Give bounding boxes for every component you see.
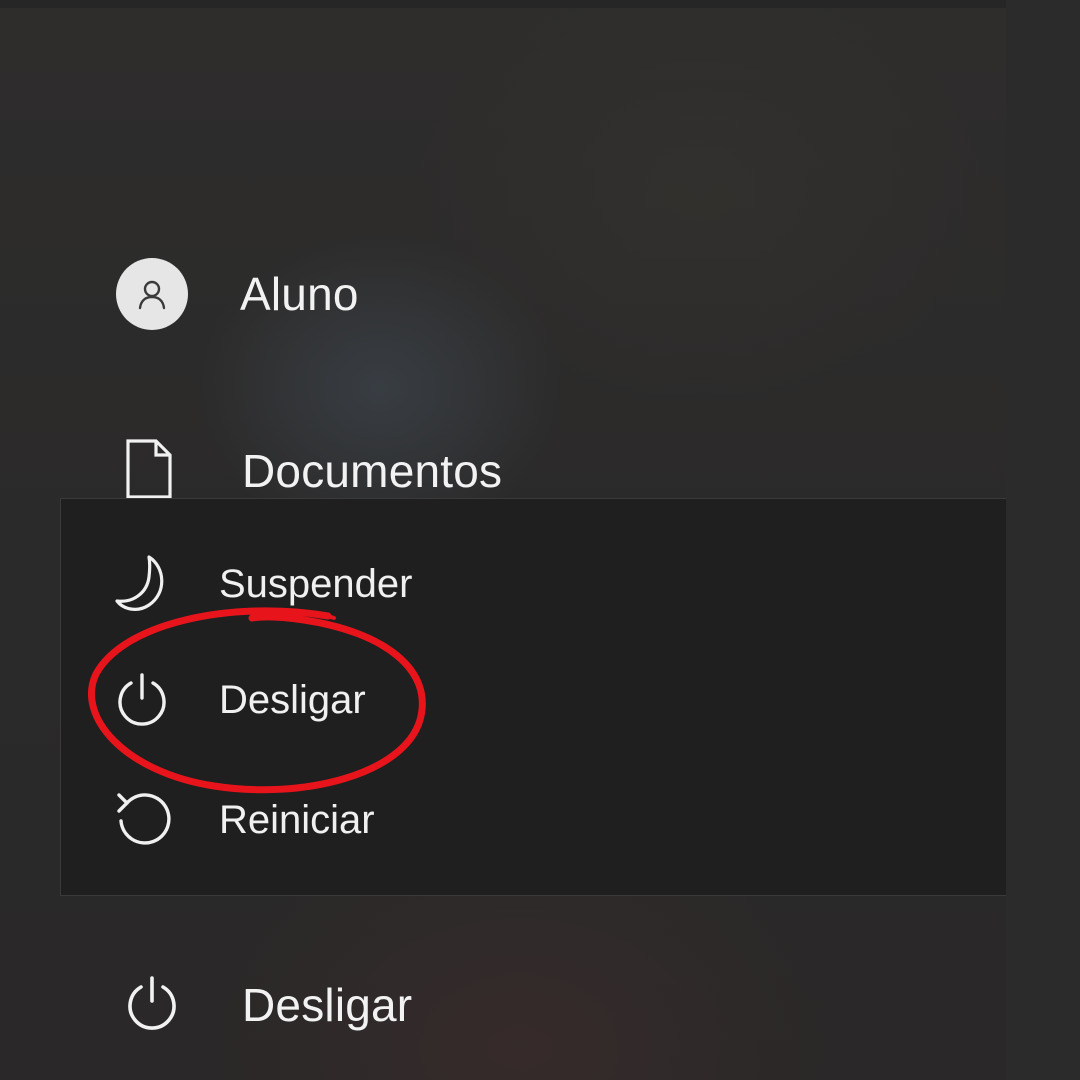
power-label: Desligar bbox=[242, 979, 413, 1031]
documents-button[interactable]: Documentos bbox=[124, 436, 502, 506]
user-avatar bbox=[116, 258, 188, 330]
sleep-option[interactable]: Suspender bbox=[113, 553, 412, 615]
power-icon bbox=[122, 973, 182, 1038]
restart-option[interactable]: Reiniciar bbox=[113, 789, 375, 851]
user-icon bbox=[138, 280, 166, 310]
power-button[interactable]: Desligar bbox=[122, 970, 412, 1040]
user-account-label: Aluno bbox=[240, 268, 359, 320]
sleep-label: Suspender bbox=[219, 561, 413, 606]
power-icon bbox=[113, 671, 175, 729]
documents-label: Documentos bbox=[242, 445, 503, 497]
moon-icon bbox=[113, 553, 175, 615]
tiles-area-edge bbox=[1006, 0, 1080, 1080]
restart-label: Reiniciar bbox=[219, 797, 375, 842]
document-icon bbox=[124, 438, 180, 505]
user-account-button[interactable]: Aluno bbox=[116, 256, 359, 332]
power-options-flyout: Suspender Desligar Reiniciar bbox=[60, 498, 1006, 896]
screenshot-canvas: Aluno Documentos Suspender Desligar Rein… bbox=[0, 0, 1080, 1080]
restart-icon bbox=[113, 789, 175, 851]
shutdown-option[interactable]: Desligar bbox=[113, 671, 366, 729]
shutdown-label: Desligar bbox=[219, 677, 366, 722]
top-edge bbox=[0, 0, 1006, 8]
